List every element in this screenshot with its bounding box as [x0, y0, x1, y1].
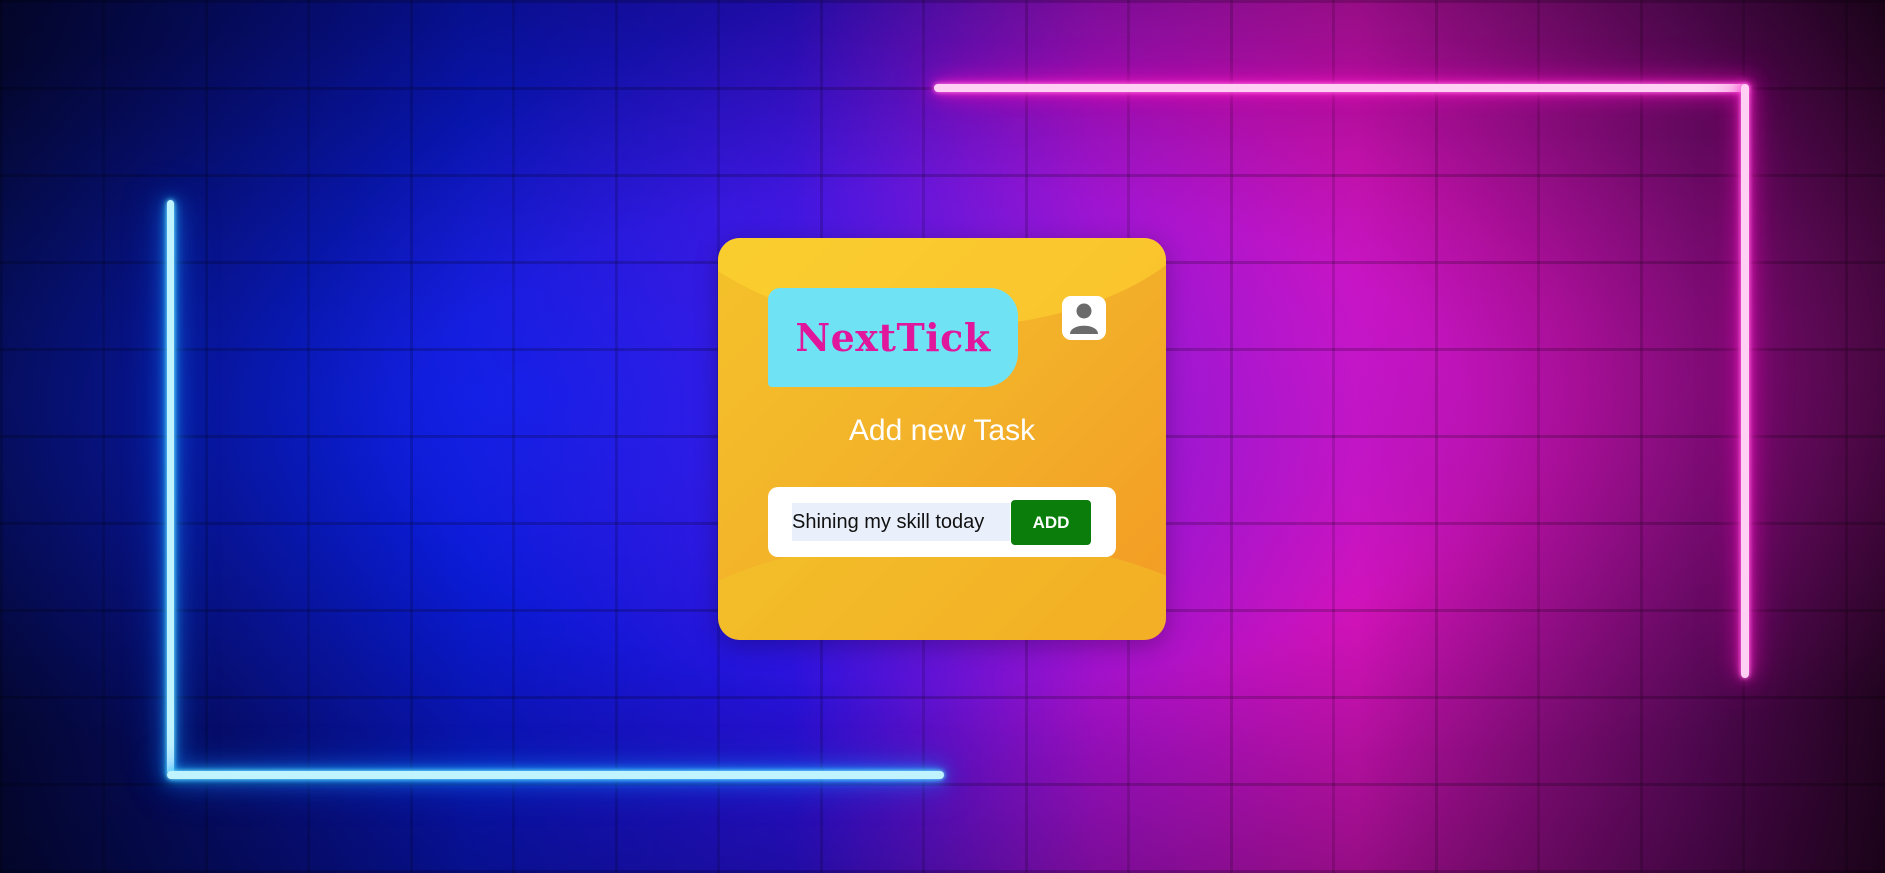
add-task-heading: Add new Task	[848, 414, 1036, 447]
neon-blue-horizontal-line	[167, 771, 944, 779]
neon-pink-vertical-line	[1741, 84, 1749, 678]
neon-pink-horizontal-line	[934, 84, 1749, 92]
user-avatar-button[interactable]	[1062, 296, 1106, 340]
task-input[interactable]	[792, 503, 1010, 541]
app-logo-text: NextTick	[795, 315, 991, 360]
neon-blue-vertical-line	[167, 200, 174, 774]
add-task-button[interactable]: ADD	[1011, 500, 1091, 545]
user-icon	[1070, 303, 1098, 334]
task-input-container: ADD	[768, 487, 1116, 557]
todo-card: NextTick Add new Task ADD	[718, 238, 1166, 640]
app-logo: NextTick	[768, 288, 1018, 387]
